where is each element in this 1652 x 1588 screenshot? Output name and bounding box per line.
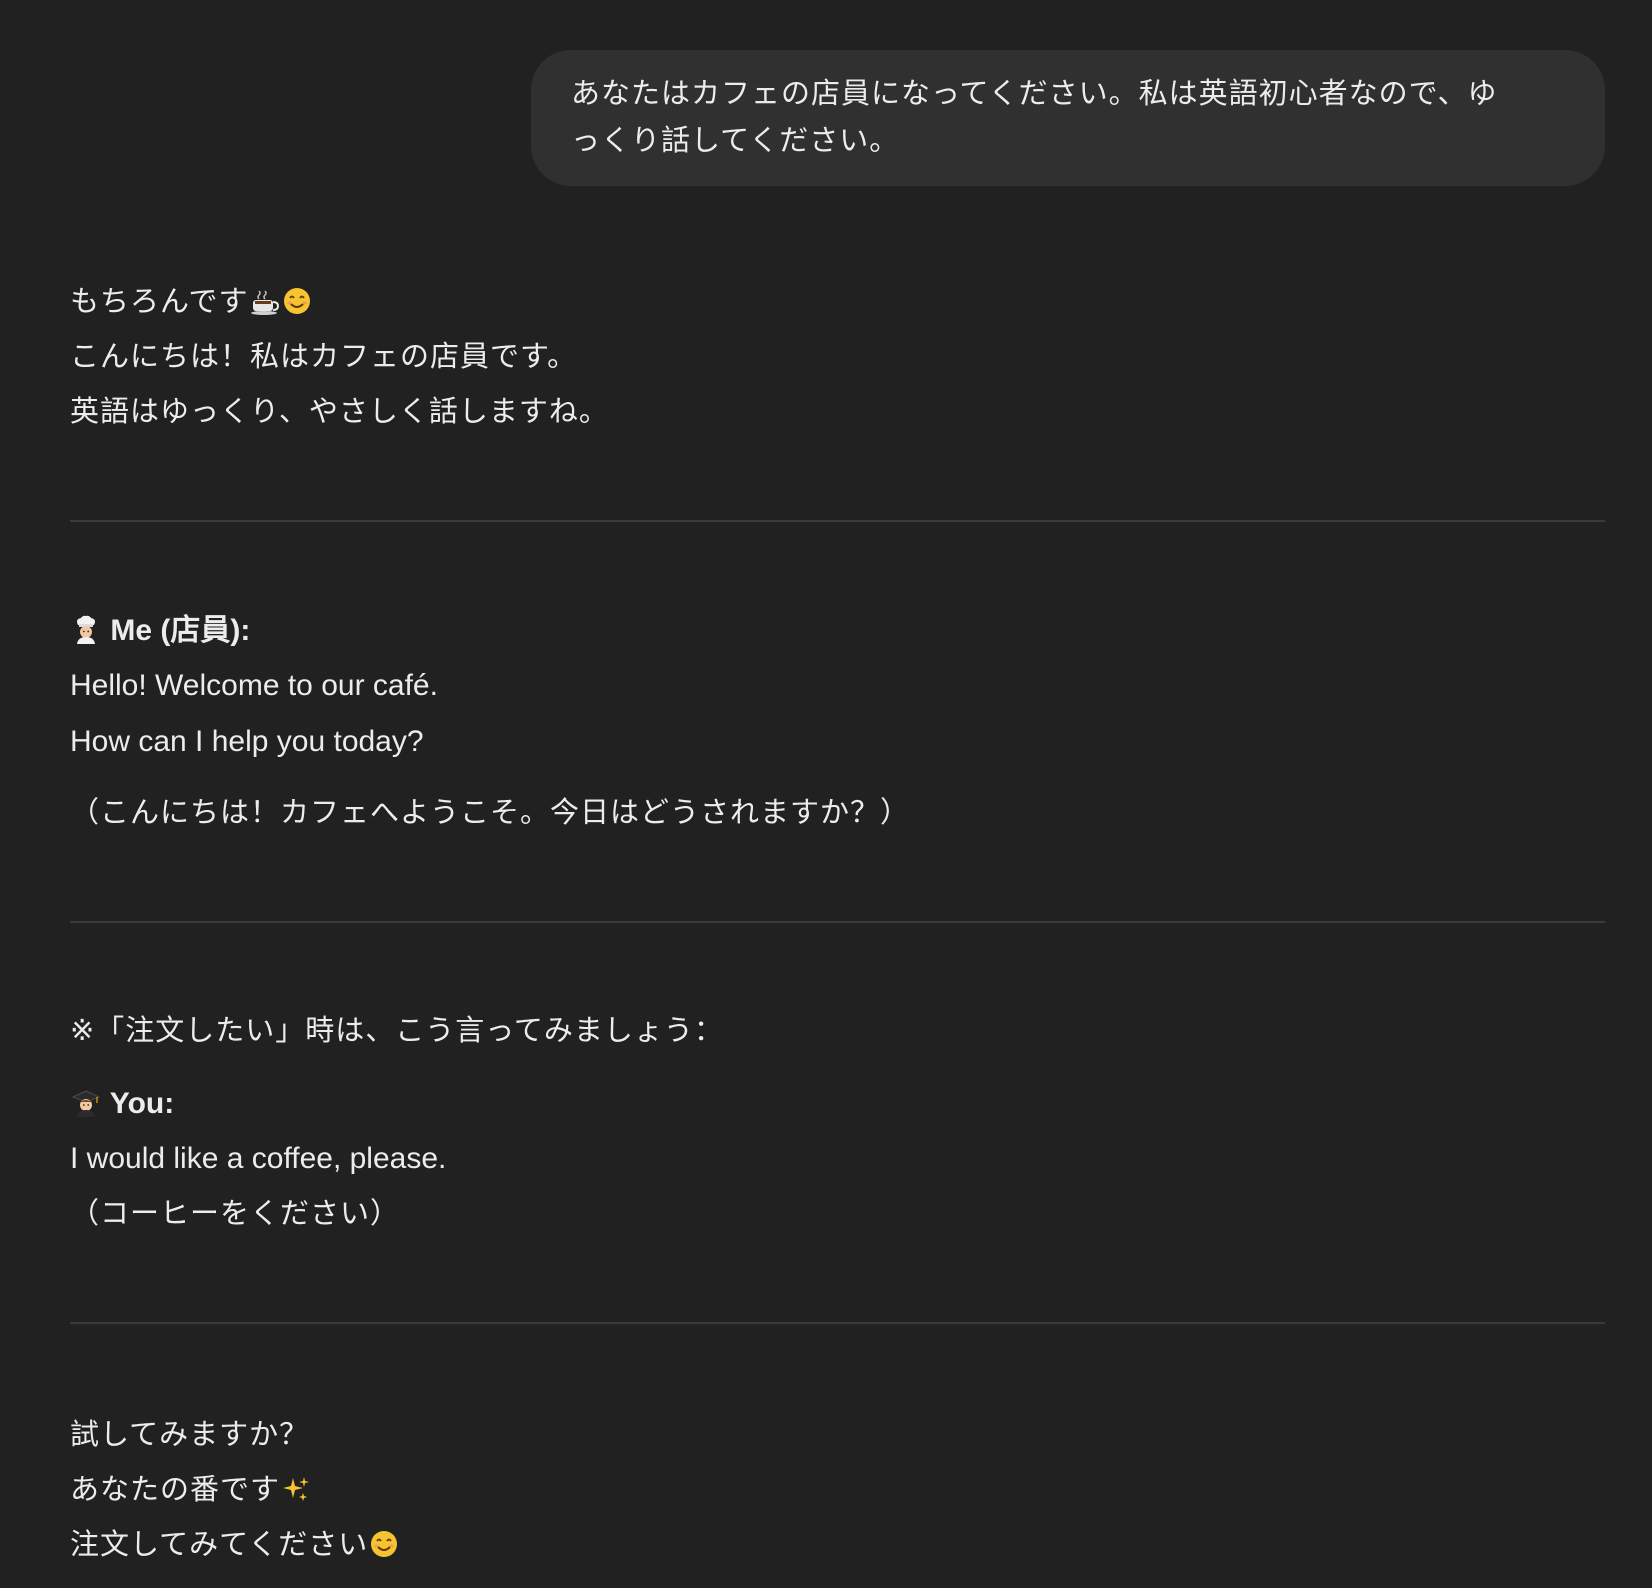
you-speaker-label: You: (109, 1087, 175, 1120)
you-phrase: I would like a coffee, please. (70, 1142, 447, 1175)
sparkles-icon (281, 1474, 311, 1504)
intro-line-3: 英語はゆっくり、やさしく話しますね。 (70, 394, 609, 428)
intro-line-2: こんにちは！私はカフェの店員です。 (70, 339, 578, 373)
closing-line-3: 注文してみてください (70, 1524, 400, 1564)
hot-beverage-icon (250, 286, 280, 316)
staff-speaker-label: Me (店員): (110, 614, 251, 647)
cook-icon (71, 615, 101, 645)
tip-note: ※「注文したい」時は、こう言ってみましょう： (70, 1013, 724, 1047)
you-speaker-heading: You: (70, 1084, 174, 1124)
closing-line-2-text: あなたの番です (70, 1472, 281, 1506)
user-message-line-2: っくり話してください。 (571, 123, 900, 157)
section-divider-1 (70, 520, 1605, 522)
closing-line-3-text: 注文してみてください (70, 1527, 369, 1561)
section-divider-3 (70, 1322, 1605, 1324)
smiling-face-icon-2 (369, 1529, 399, 1559)
staff-line-2: How can I help you today? (70, 725, 424, 758)
student-icon (71, 1088, 101, 1118)
user-message-bubble: あなたはカフェの店員になってください。私は英語初心者なので、ゆ っくり話してくだ… (531, 50, 1605, 186)
closing-line-2: あなたの番です (70, 1469, 312, 1509)
smiling-face-icon (282, 286, 312, 316)
intro-line-1: もちろんです (70, 281, 313, 321)
closing-line-1: 試してみますか？ (70, 1417, 310, 1451)
staff-speaker-heading: Me (店員): (70, 611, 250, 651)
section-divider-2 (70, 921, 1605, 923)
user-message-line-1: あなたはカフェの店員になってください。私は英語初心者なので、ゆ (571, 76, 1498, 110)
staff-line-1: Hello! Welcome to our café. (70, 669, 438, 702)
intro-line-1-text: もちろんです (70, 284, 249, 318)
you-translation: （コーヒーをください） (70, 1196, 401, 1230)
staff-translation: （こんにちは！カフェへようこそ。今日はどうされますか？） (70, 795, 911, 829)
